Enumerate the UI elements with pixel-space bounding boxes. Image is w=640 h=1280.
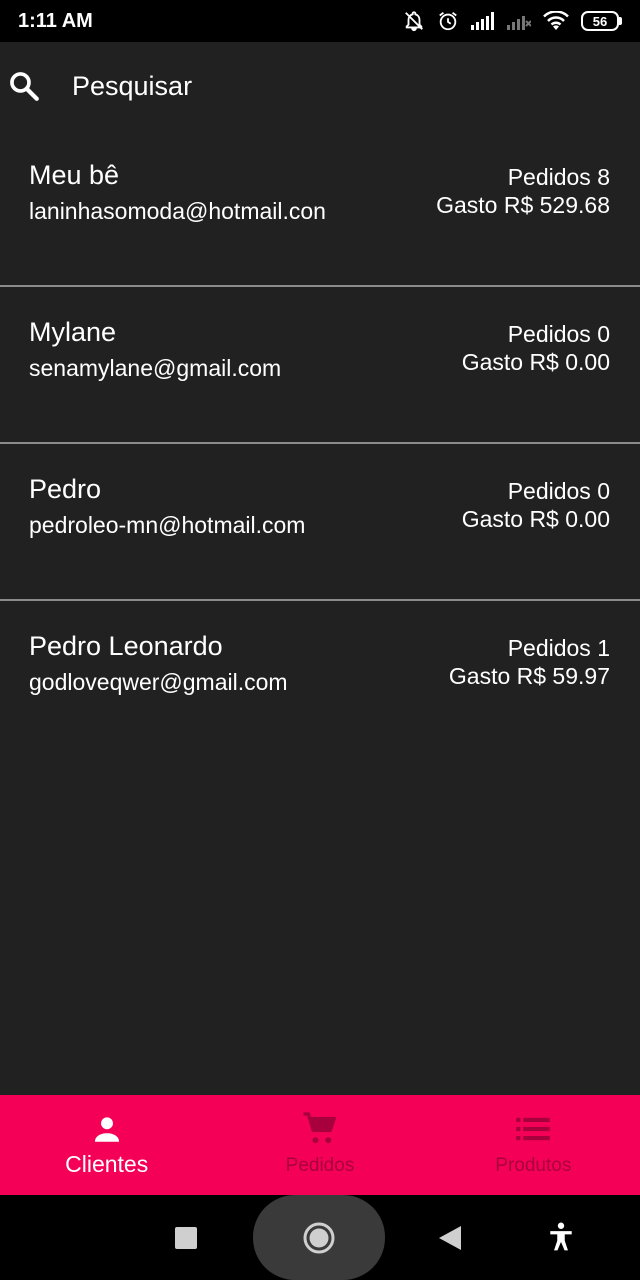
status-icons: 56 — [403, 10, 622, 32]
client-email: pedroleo-mn@hotmail.com — [29, 512, 306, 538]
nav-label: Clientes — [65, 1151, 149, 1177]
signal-icon — [471, 12, 495, 30]
cart-icon — [302, 1111, 338, 1147]
wifi-icon — [543, 11, 569, 31]
nav-item-pedidos[interactable]: Pedidos — [213, 1095, 426, 1195]
bottom-nav: Clientes Pedidos Produtos — [0, 1095, 640, 1195]
client-orders: Pedidos 0 — [507, 321, 610, 347]
client-orders: Pedidos 1 — [507, 635, 610, 661]
client-email: laninhasomoda@hotmail.con — [29, 198, 326, 224]
status-time: 1:11 AM — [18, 9, 93, 32]
client-name: Mylane — [29, 317, 117, 347]
search-bar — [0, 42, 640, 130]
home-button[interactable] — [253, 1195, 385, 1280]
person-icon — [90, 1111, 124, 1147]
client-email: senamylane@gmail.com — [29, 355, 282, 381]
client-list-item[interactable]: Pedro pedroleo-mn@hotmail.com Pedidos 0 … — [0, 444, 640, 601]
client-email: godloveqwer@gmail.com — [29, 669, 288, 695]
app-content: Meu bê laninhasomoda@hotmail.con Pedidos… — [0, 42, 640, 1095]
client-spent: Gasto R$ 59.97 — [448, 663, 610, 689]
status-bar: 1:11 AM 56 — [0, 0, 640, 42]
client-name: Pedro Leonardo — [29, 631, 223, 661]
client-spent: Gasto R$ 529.68 — [436, 192, 610, 218]
back-button[interactable] — [434, 1222, 466, 1254]
battery-level: 56 — [581, 11, 619, 31]
nav-label: Produtos — [495, 1155, 572, 1176]
signal-icon — [507, 12, 531, 30]
client-orders: Pedidos 0 — [507, 478, 610, 504]
nav-item-produtos[interactable]: Produtos — [427, 1095, 640, 1195]
battery-icon: 56 — [581, 11, 622, 31]
alarm-icon — [437, 10, 459, 32]
client-name: Pedro — [29, 474, 102, 504]
search-input[interactable] — [72, 70, 572, 102]
client-orders: Pedidos 8 — [507, 164, 610, 190]
list-icon — [516, 1111, 551, 1147]
client-name: Meu bê — [29, 160, 120, 190]
accessibility-icon[interactable] — [545, 1219, 577, 1255]
mute-icon — [403, 10, 425, 32]
client-list-item[interactable]: Mylane senamylane@gmail.com Pedidos 0 Ga… — [0, 287, 640, 444]
client-spent: Gasto R$ 0.00 — [461, 506, 610, 532]
client-list: Meu bê laninhasomoda@hotmail.con Pedidos… — [0, 130, 640, 758]
nav-label: Pedidos — [285, 1155, 355, 1176]
recent-apps-button[interactable] — [170, 1222, 202, 1254]
search-icon[interactable] — [6, 68, 42, 104]
nav-item-clientes[interactable]: Clientes — [0, 1095, 213, 1195]
client-spent: Gasto R$ 0.00 — [461, 349, 610, 375]
client-list-item[interactable]: Pedro Leonardo godloveqwer@gmail.com Ped… — [0, 601, 640, 758]
client-list-item[interactable]: Meu bê laninhasomoda@hotmail.con Pedidos… — [0, 130, 640, 287]
system-nav-bar — [0, 1195, 640, 1280]
